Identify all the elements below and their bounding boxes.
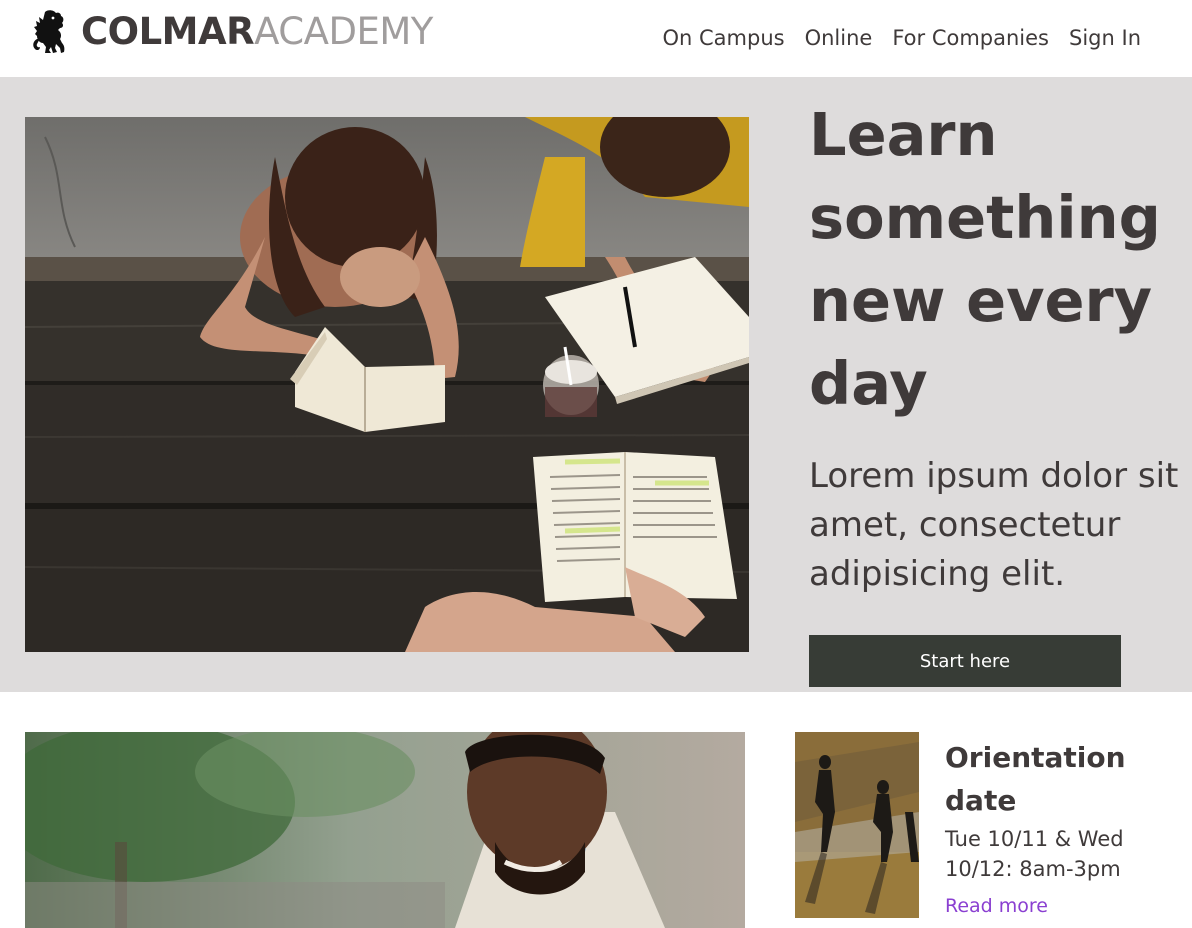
nav-for-companies[interactable]: For Companies xyxy=(892,22,1049,54)
hero-image xyxy=(25,117,749,652)
nav-sign-in[interactable]: Sign In xyxy=(1069,22,1141,54)
read-more-link[interactable]: Read more xyxy=(945,892,1048,920)
hero-subtitle: Lorem ipsum dolor sit amet, consectetur … xyxy=(809,456,1179,594)
logo-strong-text: COLMAR xyxy=(81,10,255,53)
start-here-button[interactable]: Start here xyxy=(809,635,1121,687)
hero-section: Learn something new every day Lorem ipsu… xyxy=(0,77,1192,692)
lion-rampant-icon xyxy=(33,10,65,53)
nav-on-campus[interactable]: On Campus xyxy=(663,22,785,54)
nav-online[interactable]: Online xyxy=(805,22,873,54)
feature-image xyxy=(25,732,745,928)
main-nav: On Campus Online For Companies Sign In xyxy=(643,22,1142,54)
logo-link[interactable]: COLMARACADEMY xyxy=(31,8,433,56)
logo-wordmark: COLMARACADEMY xyxy=(81,8,433,56)
feature-photo xyxy=(25,732,745,928)
site-header: COLMARACADEMY On Campus Online For Compa… xyxy=(0,0,1192,77)
hero-photo xyxy=(25,117,749,652)
logo-light-text: ACADEMY xyxy=(254,10,433,53)
event-thumbnail xyxy=(795,732,919,918)
event-date: Tue 10/11 & Wed 10/12: 8am-3pm xyxy=(945,827,1124,881)
event-title: Orientation date xyxy=(945,741,1126,817)
event-photo xyxy=(795,732,919,918)
hero-title: Learn something new every day xyxy=(809,100,1161,418)
